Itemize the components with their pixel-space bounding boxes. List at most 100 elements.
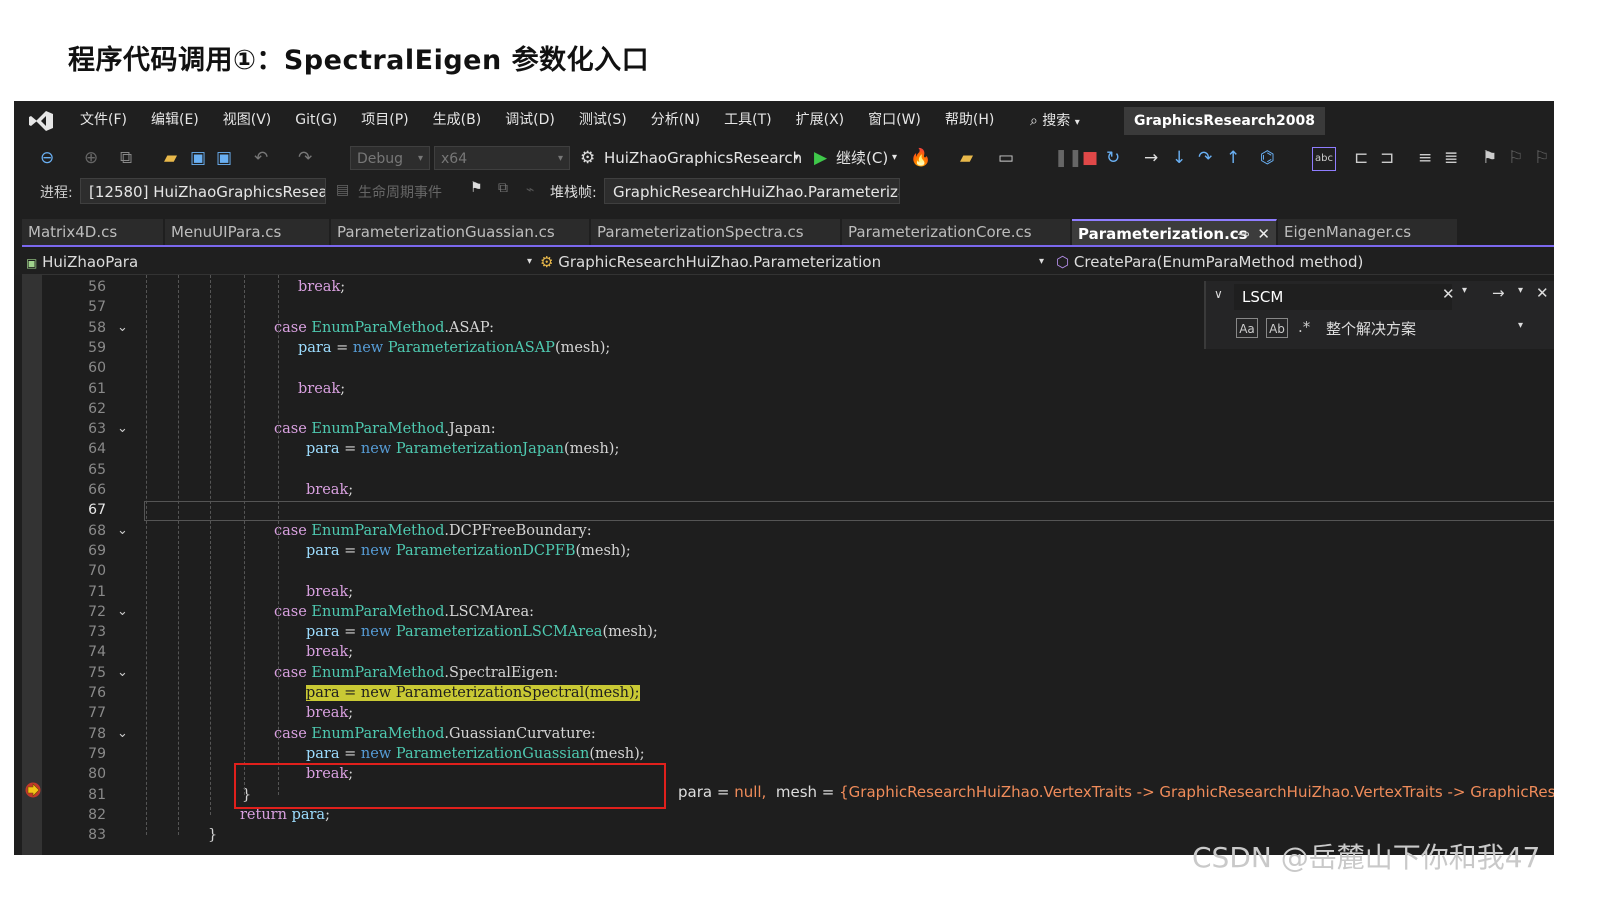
menu-project[interactable]: 项目(P)	[349, 101, 420, 139]
menu-analyze[interactable]: 分析(N)	[639, 101, 712, 139]
tab-parameterization-core[interactable]: ParameterizationCore.cs	[842, 219, 1071, 245]
code-line[interactable]: 68 ⌄ case EnumParaMethod.DCPFreeBoundary:	[14, 521, 1554, 541]
tab-menuuipara[interactable]: MenuUIPara.cs	[165, 219, 330, 245]
code-line[interactable]: 74 break;	[14, 642, 1554, 662]
menu-git[interactable]: Git(G)	[283, 101, 349, 139]
step-over-icon[interactable]: ↷	[1198, 147, 1212, 169]
clear-icon[interactable]: ✕	[1442, 285, 1455, 303]
restart-icon[interactable]: ↻	[1106, 147, 1120, 169]
visual-studio-logo-icon[interactable]	[28, 110, 54, 132]
fold-toggle-icon[interactable]: ⌄	[117, 724, 128, 744]
folder-icon[interactable]: ▰	[960, 147, 973, 169]
find-input[interactable]: LSCM	[1234, 284, 1452, 310]
pin-icon[interactable]: ⊸	[1237, 221, 1250, 245]
redo-icon[interactable]: ↷	[298, 147, 312, 169]
menu-build[interactable]: 生成(B)	[421, 101, 494, 139]
regex-icon[interactable]: .*	[1298, 318, 1310, 336]
chevron-down-icon[interactable]: ∨	[1214, 287, 1223, 301]
stackframe-select[interactable]: GraphicResearchHuiZhao.Parameteriza	[604, 178, 900, 204]
step-into-icon[interactable]: ↓	[1172, 147, 1186, 169]
close-icon[interactable]: ✕	[1536, 284, 1549, 302]
code-line[interactable]: 62	[14, 399, 1554, 419]
code-line[interactable]: 75 ⌄ case EnumParaMethod.SpectralEigen:	[14, 663, 1554, 683]
step-out-icon[interactable]: ↑	[1226, 147, 1240, 169]
code-line[interactable]: 77 break;	[14, 703, 1554, 723]
fold-toggle-icon[interactable]: ⌄	[117, 521, 128, 541]
member-dropdown[interactable]: ⬡ CreatePara(EnumParaMethod method)	[1056, 250, 1554, 274]
chevron-down-icon[interactable]: ▾	[1518, 285, 1523, 296]
match-case-button[interactable]: Aa	[1236, 318, 1258, 338]
next-bookmark-icon[interactable]: ⚐	[1534, 147, 1549, 169]
outdent-icon[interactable]: ≣	[1444, 147, 1458, 169]
tab-parameterization[interactable]: Parameterization.cs ⊸ ✕	[1072, 219, 1277, 245]
back-icon[interactable]: ⊖	[40, 147, 54, 169]
code-line[interactable]: 73 para = new ParameterizationLSCMArea(me…	[14, 622, 1554, 642]
tab-parameterization-guassian[interactable]: ParameterizationGuassian.cs	[331, 219, 590, 245]
code-editor[interactable]: 56 break; 57 58 ⌄ case EnumParaMethod.ASAP: 59…	[14, 275, 1554, 855]
menu-tools[interactable]: 工具(T)	[712, 101, 783, 139]
uncomment-icon[interactable]: ⊐	[1380, 147, 1394, 169]
show-next-statement-icon[interactable]: →	[1144, 147, 1158, 169]
project-dropdown[interactable]: ▣ HuiZhaoPara ▾	[26, 250, 532, 274]
find-next-icon[interactable]: →	[1492, 284, 1505, 302]
menu-file[interactable]: 文件(F)	[68, 101, 139, 139]
open-folder-icon[interactable]: ▰	[164, 147, 177, 169]
menu-help[interactable]: 帮助(H)	[933, 101, 1006, 139]
comment-icon[interactable]: ⊏	[1354, 147, 1368, 169]
spell-check-icon[interactable]: abc	[1312, 147, 1336, 171]
code-line[interactable]: 63 ⌄ case EnumParaMethod.Japan:	[14, 419, 1554, 439]
tab-parameterization-spectra[interactable]: ParameterizationSpectra.cs	[591, 219, 841, 245]
search-button[interactable]: ⌕ 搜索 ▾	[1030, 110, 1080, 130]
solution-name[interactable]: GraphicsResearch2008	[1124, 107, 1325, 135]
search-scope[interactable]: 整个解决方案	[1326, 318, 1416, 339]
code-line[interactable]: 61 break;	[14, 379, 1554, 399]
fold-toggle-icon[interactable]: ⌄	[117, 318, 128, 338]
whole-word-button[interactable]: Ab	[1266, 318, 1288, 338]
code-line[interactable]: 66 break;	[14, 480, 1554, 500]
menu-view[interactable]: 视图(V)	[211, 101, 284, 139]
configuration-select[interactable]: Debug ▾	[350, 146, 430, 170]
indent-icon[interactable]: ≡	[1418, 147, 1432, 169]
code-line[interactable]: 65	[14, 460, 1554, 480]
chevron-down-icon[interactable]: ▾	[892, 146, 897, 170]
threads-icon[interactable]: ⧉	[498, 180, 508, 196]
pause-icon[interactable]: ❚❚	[1054, 147, 1083, 169]
save-icon[interactable]: ▣	[190, 147, 206, 169]
code-line[interactable]: 69 para = new ParameterizationDCPFB(mesh)…	[14, 541, 1554, 561]
close-icon[interactable]: ✕	[1257, 221, 1270, 245]
chevron-down-icon[interactable]: ▾	[1518, 320, 1523, 331]
undo-icon[interactable]: ↶	[254, 147, 268, 169]
bookmark-icon[interactable]: ⚑	[1482, 147, 1497, 169]
class-dropdown[interactable]: ⚙ GraphicResearchHuiZhao.Parameterizatio…	[540, 250, 1044, 274]
new-project-icon[interactable]: ⧉	[120, 147, 132, 169]
window-icon[interactable]: ▭	[998, 147, 1014, 169]
hot-reload-icon[interactable]: 🔥	[910, 147, 931, 169]
code-line[interactable]: 76 para = new ParameterizationSpectral(me…	[14, 683, 1554, 703]
prev-bookmark-icon[interactable]: ⚐	[1508, 147, 1523, 169]
code-line[interactable]: 71 break;	[14, 582, 1554, 602]
code-line[interactable]: 79 para = new ParameterizationGuassian(me…	[14, 744, 1554, 764]
fold-toggle-icon[interactable]: ⌄	[117, 602, 128, 622]
lifecycle-events-button[interactable]: 生命周期事件	[358, 182, 442, 202]
chevron-down-icon[interactable]: ▾	[794, 146, 799, 170]
continue-button[interactable]: 继续(C)	[836, 146, 888, 170]
tab-eigenmanager[interactable]: EigenManager.cs	[1278, 219, 1458, 245]
menu-extensions[interactable]: 扩展(X)	[784, 101, 857, 139]
code-line[interactable]: 60	[14, 358, 1554, 378]
continue-icon[interactable]: ▶	[814, 147, 827, 169]
tab-matrix4d[interactable]: Matrix4D.cs	[22, 219, 164, 245]
save-all-icon[interactable]: ▣	[216, 147, 232, 169]
fold-toggle-icon[interactable]: ⌄	[117, 419, 128, 439]
menu-debug[interactable]: 调试(D)	[493, 101, 567, 139]
startup-project[interactable]: HuiZhaoGraphicsResearch	[604, 146, 802, 170]
platform-select[interactable]: x64 ▾	[434, 146, 570, 170]
chevron-down-icon[interactable]: ▾	[1462, 285, 1467, 296]
stop-icon[interactable]: ■	[1082, 147, 1098, 169]
thread-flag-icon[interactable]: ⚑	[470, 180, 483, 196]
menu-test[interactable]: 测试(S)	[567, 101, 639, 139]
code-line[interactable]: 67	[14, 500, 1554, 520]
menu-window[interactable]: 窗口(W)	[856, 101, 933, 139]
menu-edit[interactable]: 编辑(E)	[139, 101, 211, 139]
forward-icon[interactable]: ⊕	[84, 147, 98, 169]
code-line[interactable]: 72 ⌄ case EnumParaMethod.LSCMArea:	[14, 602, 1554, 622]
